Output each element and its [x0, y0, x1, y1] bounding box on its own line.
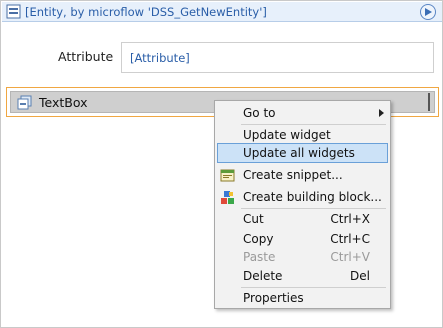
menu-item-properties[interactable]: Properties [217, 288, 388, 308]
menu-item-update-widget[interactable]: Update widget [217, 125, 388, 145]
menu-item-label: Create building block... [243, 190, 382, 204]
resize-handle[interactable] [428, 93, 430, 111]
dataview-header[interactable]: [Entity, by microflow 'DSS_GetNewEntity'… [2, 2, 442, 22]
play-circle-icon[interactable] [420, 4, 436, 20]
textbox-icon [17, 95, 32, 110]
menu-item-shortcut: Del [350, 269, 370, 283]
menu-item-label: Update all widgets [243, 146, 355, 160]
menu-item-shortcut: Ctrl+X [330, 212, 370, 226]
building-block-icon [220, 190, 235, 205]
menu-item-label: Paste [243, 250, 276, 264]
menu-item-create-snippet[interactable]: Create snippet... [217, 165, 388, 185]
context-menu: Go to Update widget Update all widgets C… [214, 100, 391, 309]
dataview-title: [Entity, by microflow 'DSS_GetNewEntity'… [25, 5, 267, 19]
textbox-label: TextBox [39, 95, 88, 110]
menu-item-shortcut: Ctrl+V [330, 250, 370, 264]
menu-item-shortcut: Ctrl+C [330, 232, 370, 246]
menu-item-delete[interactable]: Delete Del [217, 266, 388, 286]
menu-item-label: Go to [243, 106, 276, 120]
snippet-icon [220, 168, 235, 183]
menu-item-go-to[interactable]: Go to [217, 103, 388, 123]
attribute-value: [Attribute] [130, 51, 190, 65]
menu-item-label: Cut [243, 212, 264, 226]
chevron-right-icon [379, 109, 384, 117]
page-canvas: [Entity, by microflow 'DSS_GetNewEntity'… [0, 0, 443, 328]
menu-item-label: Properties [243, 291, 304, 305]
menu-item-update-all-widgets[interactable]: Update all widgets [217, 143, 388, 163]
menu-item-create-building-block[interactable]: Create building block... [217, 187, 388, 207]
menu-item-copy[interactable]: Copy Ctrl+C [217, 229, 388, 249]
menu-item-label: Copy [243, 232, 274, 246]
menu-item-label: Update widget [243, 128, 331, 142]
menu-item-paste[interactable]: Paste Ctrl+V [217, 247, 388, 267]
attribute-label: Attribute [58, 49, 114, 64]
dataview-icon [6, 4, 21, 19]
menu-item-label: Create snippet... [243, 168, 343, 182]
attribute-input[interactable]: [Attribute] [121, 42, 434, 73]
menu-item-label: Delete [243, 269, 283, 283]
menu-item-cut[interactable]: Cut Ctrl+X [217, 209, 388, 229]
